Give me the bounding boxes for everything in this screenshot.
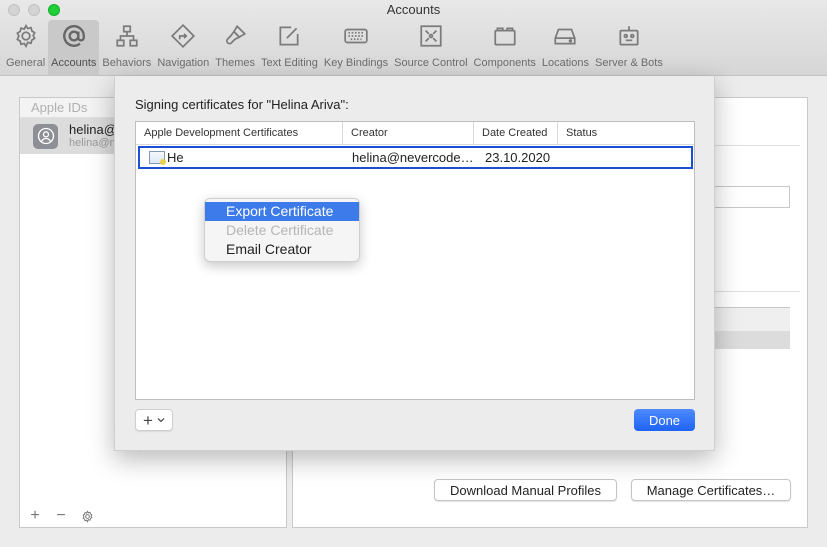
tab-label: Text Editing [261,57,318,69]
certificates-table: Apple Development Certificates Creator D… [135,121,695,400]
signing-certificates-sheet: Signing certificates for "Helina Ariva":… [114,76,715,451]
menu-item-export-certificate[interactable]: Export Certificate [205,202,359,221]
column-header-certificates[interactable]: Apple Development Certificates [136,122,343,144]
divider [713,145,800,146]
tab-accounts[interactable]: Accounts [48,20,100,75]
tab-label: Navigation [157,57,210,69]
window-title: Accounts [386,2,441,17]
context-menu: Export Certificate Delete Certificate Em… [204,198,360,262]
column-header-date-created[interactable]: Date Created [474,122,558,144]
tab-label: Accounts [51,57,97,69]
tab-label: Server & Bots [594,57,663,69]
tab-behaviors[interactable]: Behaviors [99,20,154,75]
table-header: Apple Development Certificates Creator D… [136,122,694,145]
menu-item-email-creator[interactable]: Email Creator [205,240,359,259]
team-table-header [713,307,790,331]
menu-item-delete-certificate: Delete Certificate [226,222,334,238]
divider [713,291,800,292]
table-row[interactable]: He helina@nevercode… 23.10.2020 [138,146,693,169]
gear-icon [82,509,92,523]
tab-components[interactable]: Components [471,20,539,75]
sheet-title: Signing certificates for "Helina Ariva": [135,97,349,112]
tab-label: General [6,57,46,69]
tab-source-control[interactable]: Source Control [391,20,470,75]
plus-icon: + [143,410,153,430]
edit-square-icon [276,20,302,52]
column-header-status[interactable]: Status [558,122,694,144]
tab-server-bots[interactable]: Server & Bots [592,20,666,75]
tab-label: Behaviors [102,57,152,69]
tab-label: Source Control [394,57,468,69]
add-certificate-button[interactable]: + [135,409,173,431]
tab-text-editing[interactable]: Text Editing [258,20,321,75]
chevron-down-icon [157,418,165,423]
tab-label: Key Bindings [323,57,389,69]
add-account-button[interactable]: + [28,507,42,524]
tab-label: Components [473,57,536,69]
tab-general[interactable]: General [3,20,48,75]
hierarchy-icon [114,20,140,52]
team-table-row[interactable] [713,331,790,349]
at-sign-icon [61,20,87,52]
tab-label: Locations [541,57,589,69]
detail-text-field[interactable] [713,186,790,208]
download-manual-profiles-button[interactable]: Download Manual Profiles [434,479,617,501]
certificate-icon [149,151,166,165]
column-header-creator[interactable]: Creator [343,122,474,144]
certificate-creator: helina@nevercode… [352,150,474,165]
tab-themes[interactable]: Themes [212,20,258,75]
tab-navigation[interactable]: Navigation [154,20,212,75]
keyboard-icon [343,20,369,52]
gear-icon [13,20,39,52]
account-options-button[interactable] [80,509,94,523]
accounts-list-footer: + − [28,507,94,524]
done-button[interactable]: Done [634,409,695,431]
certificate-name: He [167,150,184,165]
drive-icon [552,20,578,52]
remove-account-button[interactable]: − [54,507,68,524]
preferences-toolbar: General Accounts Behaviors Navigation Th… [3,20,666,75]
components-icon [492,20,518,52]
paintbrush-icon [222,20,248,52]
robot-icon [616,20,642,52]
avatar [33,123,58,149]
account-name: helina@ [69,122,117,137]
account-email: helina@n [69,137,116,149]
manage-certificates-button[interactable]: Manage Certificates… [631,479,791,501]
tab-key-bindings[interactable]: Key Bindings [321,20,391,75]
source-control-icon [418,20,444,52]
user-icon [37,127,54,145]
tab-locations[interactable]: Locations [539,20,592,75]
certificate-date: 23.10.2020 [485,150,551,165]
tab-label: Themes [215,57,256,69]
navigation-arrow-icon [170,20,196,52]
title-bar: Accounts General Accounts Behaviors Navi… [0,0,827,76]
